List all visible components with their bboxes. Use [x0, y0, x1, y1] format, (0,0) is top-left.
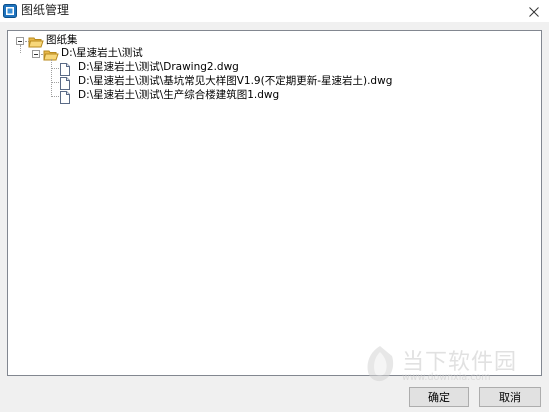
window-title: 图纸管理 — [21, 3, 70, 17]
document-icon — [60, 89, 70, 108]
drawing-tree[interactable]: 图纸集 D:\星速岩土\测试 D:\星速岩土\测试\Drawing2.dwg D… — [7, 30, 542, 376]
dialog-window: 图纸管理 图纸集 D:\星速岩土\测试 D:\星速岩土\测试\Drawing2.… — [0, 0, 549, 412]
close-icon — [529, 2, 539, 21]
tree-item-label: D:\星速岩土\测试\Drawing2.dwg — [78, 61, 239, 73]
tree-connector — [51, 96, 59, 97]
collapse-toggle-root[interactable] — [16, 37, 24, 45]
collapse-toggle-folder[interactable] — [32, 50, 40, 58]
tree-item-file[interactable]: D:\星速岩土\测试\生产综合楼建筑图1.dwg — [72, 88, 492, 104]
tree-connector — [51, 59, 52, 97]
tree-connector — [51, 68, 59, 69]
tree-item-label: D:\星速岩土\测试 — [61, 47, 143, 59]
tree-connector — [20, 45, 21, 53]
tree-item-label: D:\星速岩土\测试\生产综合楼建筑图1.dwg — [78, 89, 280, 101]
tree-connector — [51, 82, 59, 83]
cancel-button[interactable]: 取消 — [479, 387, 541, 407]
tree-item-label: D:\星速岩土\测试\基坑常见大样图V1.9(不定期更新-星速岩土).dwg — [78, 75, 393, 87]
app-icon — [3, 3, 17, 18]
title-bar: 图纸管理 — [0, 0, 549, 22]
ok-button[interactable]: 确定 — [409, 387, 469, 407]
close-button[interactable] — [519, 0, 549, 22]
